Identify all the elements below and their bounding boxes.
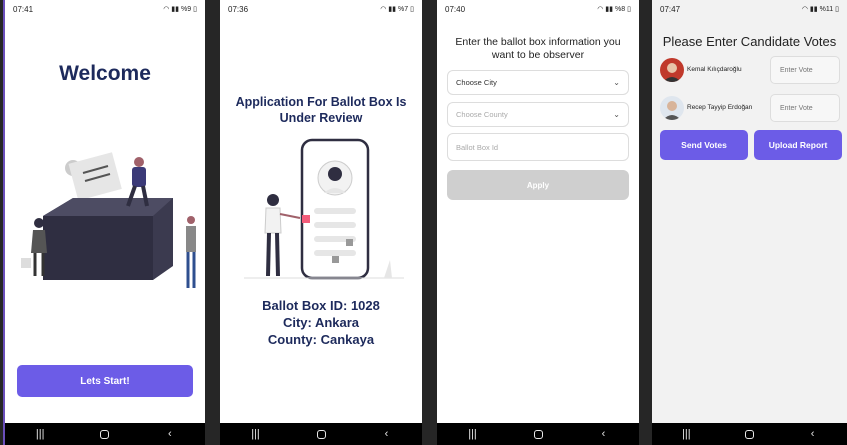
candidate-avatar [660,96,684,120]
city-select-value: Choose City [456,78,497,87]
status-bar: 07:47 ◠ ▮▮ %11 ▯ [652,0,847,18]
status-bar: 07:41 ◠ ▮▮ %9 ▯ [5,0,205,18]
status-time: 07:47 [660,4,681,14]
status-time: 07:41 [13,4,34,14]
status-bar: 07:40 ◠ ▮▮ %8 ▯ [437,0,639,18]
ballot-box-id-placeholder: Ballot Box Id [456,142,499,152]
welcome-screen: Welcome Lets Start! [5,18,205,423]
candidate-avatar [660,58,684,82]
chevron-down-icon: ⌄ [613,78,620,87]
wifi-icon: ◠ [597,6,604,13]
ballot-form-screen: Enter the ballot box information you wan… [437,18,639,423]
recent-apps-icon[interactable]: ||| [246,428,266,440]
wifi-icon: ◠ [380,6,387,13]
recent-apps-icon[interactable]: ||| [463,428,483,440]
signal-icon: ▮▮ [605,6,614,13]
candidate-name: Recep Tayyip Erdoğan [687,104,753,111]
home-icon[interactable] [744,429,754,439]
form-heading: Enter the ballot box information you wan… [455,36,621,61]
signal-icon: ▮▮ [171,6,180,13]
vote-input[interactable] [770,56,840,84]
home-icon[interactable] [316,429,326,439]
screenshot-collage: 07:41 ◠ ▮▮ %9 ▯ Welcome Lets Start! ||| … [0,0,847,445]
upload-report-button[interactable]: Upload Report [754,130,842,160]
chevron-down-icon: ⌄ [613,110,620,119]
wifi-icon: ◠ [163,6,170,13]
welcome-title: Welcome [59,62,151,85]
status-icons: ◠ ▮▮ %7 ▯ [380,5,414,14]
status-time: 07:40 [445,4,466,14]
battery-level: %9 [181,5,192,13]
ballot-city: City: Ankara [282,315,360,330]
review-screen: Application For Ballot Box Is Under Revi… [220,18,422,423]
apply-button[interactable]: Apply [447,170,629,200]
status-bar: 07:36 ◠ ▮▮ %7 ▯ [220,0,422,18]
candidate-row: Recep Tayyip Erdoğan [660,94,842,124]
nav-bar: ||| ‹ [220,423,422,445]
ballot-box-illustration [21,152,196,288]
back-icon[interactable]: ‹ [377,428,397,440]
status-icons: ◠ ▮▮ %8 ▯ [597,5,631,14]
battery-level: %8 [615,5,626,13]
signal-icon: ▮▮ [809,6,818,13]
back-icon[interactable]: ‹ [803,428,823,440]
home-icon[interactable] [533,429,543,439]
battery-level: %7 [398,5,409,13]
candidate-name: Kemal Kılıçdaroğlu [687,66,742,73]
battery-icon: ▯ [627,6,631,13]
home-icon[interactable] [100,429,110,439]
review-title: Application For Ballot Box Is Under Revi… [235,95,407,125]
back-icon[interactable]: ‹ [594,428,614,440]
phone-review: 07:36 ◠ ▮▮ %7 ▯ Application For Ballot B… [220,0,422,445]
phone-profile-illustration [244,138,404,280]
lets-start-button[interactable]: Lets Start! [17,365,193,397]
nav-bar: ||| ‹ [437,423,639,445]
signal-icon: ▮▮ [388,6,397,13]
send-votes-button[interactable]: Send Votes [660,130,748,160]
phone-candidate-votes: 07:47 ◠ ▮▮ %11 ▯ Please Enter Candidate … [652,0,847,445]
votes-heading: Please Enter Candidate Votes [662,34,837,49]
ballot-info: Ballot Box ID: 1028 City: Ankara County:… [220,297,422,348]
recent-apps-icon[interactable]: ||| [30,428,50,440]
ballot-box-id: Ballot Box ID: 1028 [262,298,380,313]
battery-icon: ▯ [193,6,197,13]
recent-apps-icon[interactable]: ||| [676,428,696,440]
status-icons: ◠ ▮▮ %9 ▯ [163,5,197,14]
phone-ballot-form: 07:40 ◠ ▮▮ %8 ▯ Enter the ballot box inf… [437,0,639,445]
status-icons: ◠ ▮▮ %11 ▯ [801,5,839,14]
votes-screen: Please Enter Candidate Votes Kemal Kılıç… [652,18,847,423]
nav-bar: ||| ‹ [5,423,205,445]
vote-input[interactable] [770,94,840,122]
county-select[interactable]: Choose County ⌄ [447,102,629,127]
wifi-icon: ◠ [801,6,808,13]
battery-icon: ▯ [410,6,414,13]
battery-level: %11 [819,5,834,13]
nav-bar: ||| ‹ [652,423,847,445]
candidate-row: Kemal Kılıçdaroğlu [660,56,842,86]
ballot-box-id-input[interactable]: Ballot Box Id [447,133,629,161]
ballot-county: County: Cankaya [267,332,375,347]
city-select[interactable]: Choose City ⌄ [447,70,629,95]
battery-icon: ▯ [835,6,839,13]
status-time: 07:36 [228,4,249,14]
county-select-value: Choose County [456,110,508,119]
back-icon[interactable]: ‹ [160,428,180,440]
phone-welcome: 07:41 ◠ ▮▮ %9 ▯ Welcome Lets Start! ||| … [3,0,205,445]
